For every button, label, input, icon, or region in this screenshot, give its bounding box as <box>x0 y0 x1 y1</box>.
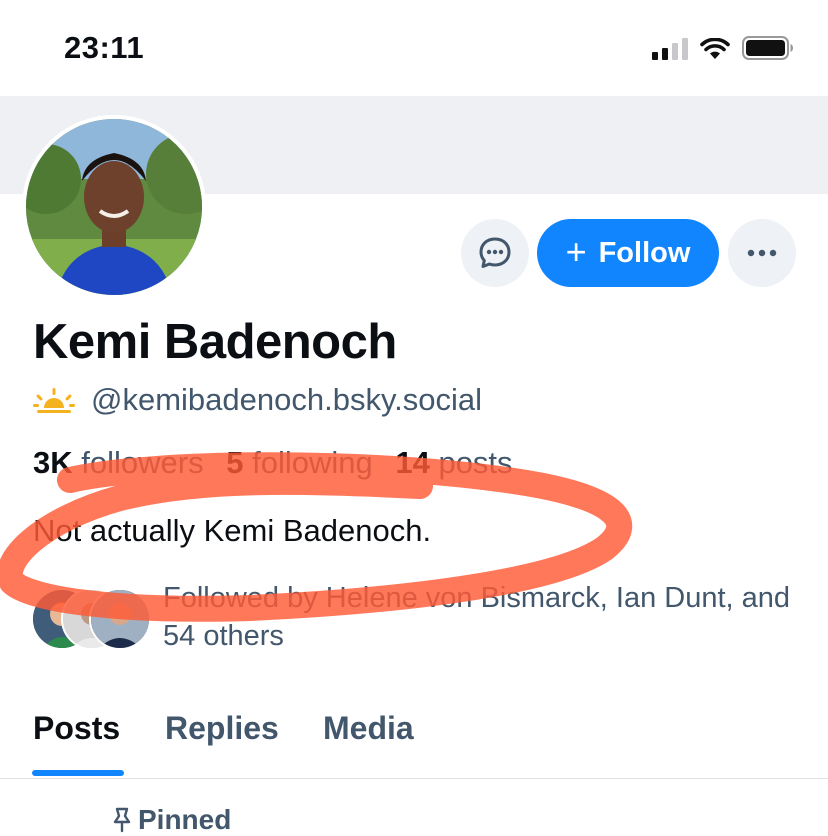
message-button[interactable] <box>461 219 529 287</box>
posts-stat: 14 posts <box>395 445 513 480</box>
pinned-label: Pinned <box>112 804 231 836</box>
followed-by-text[interactable]: Followed by Helene von Bismarck, Ian Dun… <box>163 579 803 655</box>
tab-replies[interactable]: Replies <box>165 710 279 747</box>
cellular-signal-icon <box>652 38 688 60</box>
follower-avatar <box>89 588 151 650</box>
followed-by-avatars[interactable] <box>31 588 151 650</box>
chat-bubble-icon <box>479 237 511 268</box>
profile-stats: 3K followers 5 following 14 posts <box>33 445 527 481</box>
sun-badge-icon <box>33 388 75 413</box>
profile-avatar[interactable] <box>22 115 206 299</box>
profile-handle[interactable]: @kemibadenoch.bsky.social <box>91 382 482 418</box>
battery-icon <box>742 36 794 60</box>
plus-icon: + <box>565 230 587 272</box>
status-bar: 23:11 <box>0 0 828 96</box>
following-stat[interactable]: 5 following <box>226 445 373 480</box>
profile-bio: Not actually Kemi Badenoch. <box>33 513 432 548</box>
ellipsis-icon <box>747 249 777 257</box>
follow-label: Follow <box>598 236 691 269</box>
tab-media[interactable]: Media <box>323 710 414 747</box>
status-icons <box>652 36 794 60</box>
follow-button[interactable]: + Follow <box>537 219 719 287</box>
tab-posts[interactable]: Posts <box>33 710 120 747</box>
display-name: Kemi Badenoch <box>33 315 397 369</box>
followers-stat[interactable]: 3K followers <box>33 445 204 480</box>
status-time: 23:11 <box>64 30 145 65</box>
active-tab-indicator <box>32 770 124 776</box>
handle-row: @kemibadenoch.bsky.social <box>33 382 482 418</box>
pin-icon <box>113 807 131 833</box>
profile-tabs: Posts Replies Media <box>0 700 828 779</box>
wifi-icon <box>700 38 730 60</box>
more-options-button[interactable] <box>728 219 796 287</box>
